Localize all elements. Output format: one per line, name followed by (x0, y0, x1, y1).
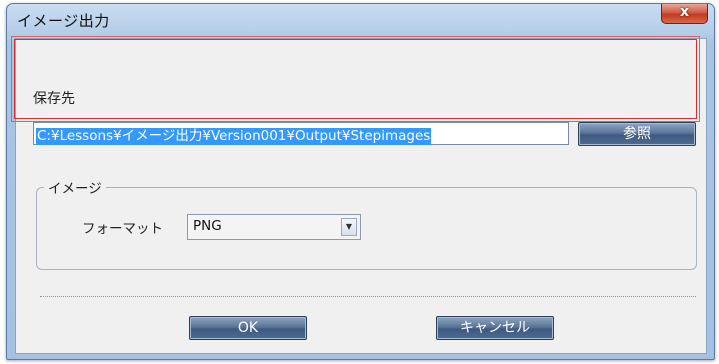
save-path-value: C:¥Lessons¥イメージ出力¥Version001¥Output¥Step… (36, 128, 432, 145)
dialog-title: イメージ出力 (17, 12, 110, 30)
format-label: フォーマット (82, 221, 163, 237)
image-group-legend: イメージ (44, 177, 106, 197)
save-path-input[interactable]: C:¥Lessons¥イメージ出力¥Version001¥Output¥Step… (33, 122, 569, 145)
cancel-button[interactable]: キャンセル (436, 316, 554, 340)
save-destination-label: 保存先 (33, 91, 75, 107)
chevron-down-icon[interactable]: ▼ (341, 218, 357, 236)
format-select[interactable]: PNG ▼ (187, 214, 361, 240)
title-bar[interactable]: イメージ出力 x (7, 4, 714, 40)
close-button[interactable]: x (661, 4, 708, 24)
format-value: PNG (193, 218, 222, 234)
ok-button[interactable]: OK (189, 316, 307, 340)
browse-button[interactable]: 参照 (578, 122, 696, 146)
close-icon: x (679, 4, 690, 20)
save-destination-group (11, 36, 700, 122)
footer-separator (40, 296, 696, 297)
